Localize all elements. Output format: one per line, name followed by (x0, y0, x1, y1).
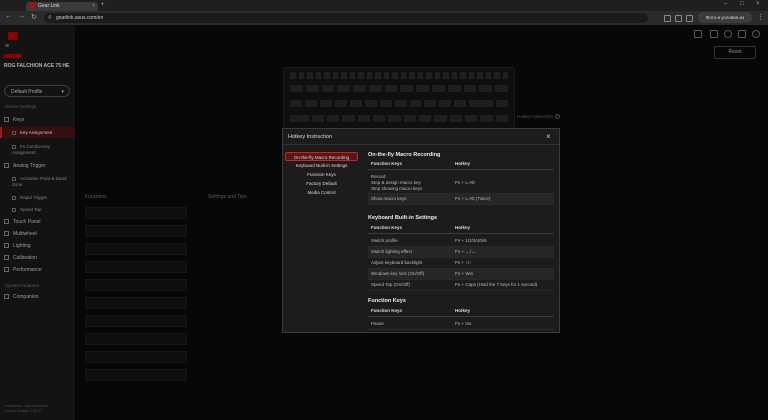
table-row: Show macro keys Fn + L-Alt (Twice) (368, 194, 554, 205)
close-window-icon[interactable]: × (756, 1, 760, 7)
browser-tab-bar (0, 0, 768, 11)
modal-divider (283, 144, 559, 145)
url-field[interactable]: ⚲ gearlink.asus.com/en (44, 13, 648, 23)
modal-nav-factory-default[interactable]: Factory Default (285, 179, 358, 188)
modal-nav-function-keys[interactable]: Function Keys (285, 170, 358, 179)
table-header: Function Keys Hotkey (368, 158, 554, 170)
maximize-icon[interactable]: □ (740, 1, 744, 7)
modal-title: Hotkey Instruction (288, 134, 333, 140)
site-favicon-icon (30, 3, 35, 9)
browser-menu-icon[interactable]: ⋮ (757, 13, 764, 21)
extensions-icon[interactable] (686, 15, 693, 22)
bookmark-icon[interactable] (675, 15, 682, 22)
close-icon[interactable]: × (546, 132, 551, 141)
modal-nav-macro[interactable]: On-the-fly Macro Recording (285, 152, 358, 161)
table-row: Switch lighting effect Fn + ←/→ (368, 247, 554, 258)
update-button[interactable]: Фото и условия из магазина (698, 12, 752, 31)
modal-nav-media-control[interactable]: Media Control (285, 188, 358, 197)
table-row: Speed Tap (On/Off) Fn + Caps (Hold the T … (368, 280, 554, 291)
reload-icon[interactable]: ↻ (31, 13, 37, 21)
tab-title: Gear Link (38, 3, 60, 9)
close-tab-icon[interactable]: × (92, 2, 95, 11)
table-row: Adjust keyboard backlight Fn + ↑/↓ (368, 258, 554, 269)
section-heading: Function Keys (368, 298, 406, 304)
table-row: Pause Fn + Ins (368, 319, 554, 330)
table-row: Windows key lock (On/Off) Fn + Win (368, 269, 554, 280)
table-header: Function Keys Hotkey (368, 222, 554, 234)
new-tab-icon[interactable]: + (101, 2, 105, 8)
forward-icon[interactable]: → (18, 13, 25, 20)
browser-tab[interactable]: Gear Link × (26, 2, 98, 11)
modal-nav-builtin[interactable]: Keyboard Built-in Settings (285, 161, 358, 170)
back-icon[interactable]: ← (5, 13, 12, 20)
table-row: Switch profile Fn + 1/2/3/4/5/6 (368, 236, 554, 247)
minimize-icon[interactable]: – (724, 1, 727, 7)
site-info-icon[interactable]: ⚲ (48, 13, 52, 23)
table-row: Record Stop & assign macro key Stop showin… (368, 172, 554, 194)
table-header: Function Keys Hotkey (368, 305, 554, 317)
install-app-icon[interactable] (664, 15, 671, 22)
url-text: gearlink.asus.com/en (56, 15, 104, 21)
section-heading: Keyboard Built-in Settings (368, 215, 438, 221)
